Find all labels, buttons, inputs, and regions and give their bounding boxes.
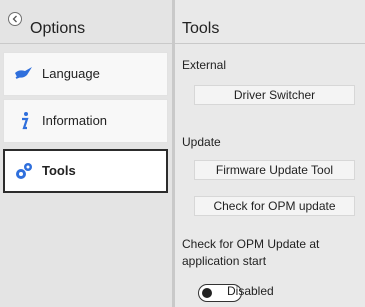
page-title: Tools (182, 20, 220, 37)
content-header: Tools (175, 0, 365, 44)
sidebar: Options Language Information Tools (0, 0, 175, 307)
sidebar-item-information[interactable]: Information (3, 99, 168, 143)
tools-icon (16, 163, 32, 179)
tools-panel: Tools External Driver Switcher Update Fi… (175, 0, 365, 307)
external-section-label: External (182, 58, 227, 72)
sidebar-item-language[interactable]: Language (3, 52, 168, 96)
sidebar-item-tools[interactable]: Tools (3, 149, 168, 193)
driver-switcher-button[interactable]: Driver Switcher (194, 85, 355, 105)
chevron-left-icon (12, 15, 17, 23)
firmware-update-tool-button[interactable]: Firmware Update Tool (194, 160, 355, 180)
language-icon (15, 67, 32, 79)
sidebar-item-label: Language (42, 66, 100, 81)
options-title: Options (30, 20, 86, 37)
info-icon (22, 112, 29, 130)
toggle-state-label: Disabled (227, 284, 274, 298)
check-opm-update-button[interactable]: Check for OPM update (194, 196, 355, 216)
back-button[interactable] (8, 12, 22, 26)
sidebar-item-label: Information (42, 113, 108, 128)
sidebar-header: Options (0, 0, 172, 44)
sidebar-item-label: Tools (42, 163, 76, 178)
auto-check-label: Check for OPM Update at application star… (182, 237, 320, 268)
toggle-knob (202, 288, 212, 298)
update-section-label: Update (182, 135, 221, 149)
